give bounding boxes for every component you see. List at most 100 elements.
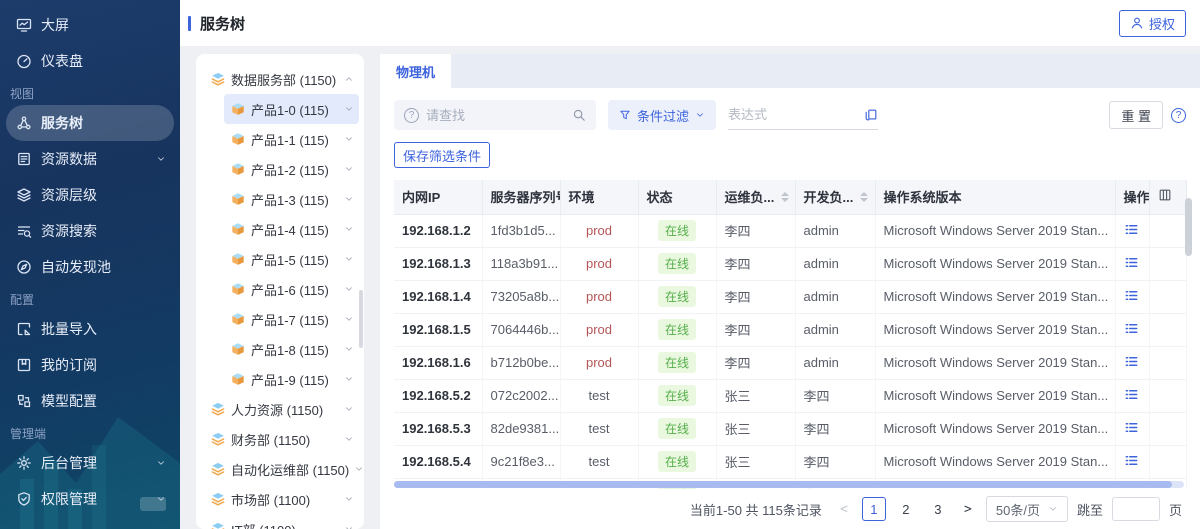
tab-item[interactable]: 物理机 xyxy=(380,54,451,88)
sort-caret-icon[interactable] xyxy=(860,192,868,202)
row-actions-icon[interactable] xyxy=(1124,354,1139,369)
prev-page-button[interactable]: < xyxy=(835,502,853,517)
cell-action[interactable] xyxy=(1115,313,1149,346)
sidebar-item[interactable]: 模型配置 xyxy=(0,383,180,419)
save-filter-button[interactable]: 保存筛选条件 xyxy=(394,142,490,168)
search-input[interactable] xyxy=(426,108,565,123)
env-value: prod xyxy=(586,289,612,304)
horizontal-scroll-thumb[interactable] xyxy=(394,481,1172,488)
tree-node[interactable]: 数据服务部 (1150) xyxy=(203,64,359,94)
row-actions-icon[interactable] xyxy=(1124,288,1139,303)
jump-page-input[interactable] xyxy=(1112,497,1160,521)
tree-node[interactable]: 产品1-8 (115) xyxy=(224,334,359,364)
tree-node[interactable]: 产品1-3 (115) xyxy=(224,184,359,214)
table-row: 192.168.1.21fd3b1d5...prod在线李四adminMicro… xyxy=(394,214,1186,247)
search-box[interactable]: ? xyxy=(394,100,596,130)
column-header[interactable]: 运维负... xyxy=(716,180,795,214)
tree-node[interactable]: 产品1-0 (115) xyxy=(224,94,359,124)
chevron-down-icon[interactable] xyxy=(156,458,166,468)
sidebar-item[interactable]: 后台管理 xyxy=(0,445,180,481)
tree-scrollbar[interactable] xyxy=(359,290,363,348)
row-actions-icon[interactable] xyxy=(1124,222,1139,237)
tree-node-label: 产品1-8 (115) xyxy=(251,340,329,359)
sidebar-item[interactable]: 权限管理 xyxy=(0,481,180,517)
chevron-down-icon[interactable] xyxy=(344,254,354,264)
tree-node-label: 产品1-3 (115) xyxy=(251,190,329,209)
sidebar-item[interactable]: 批量导入 xyxy=(0,311,180,347)
chevron-down-icon[interactable] xyxy=(156,494,166,504)
row-actions-icon[interactable] xyxy=(1124,387,1139,402)
column-header[interactable] xyxy=(1149,180,1186,214)
cell-action[interactable] xyxy=(1115,214,1149,247)
next-page-button[interactable]: > xyxy=(959,502,977,517)
row-actions-icon[interactable] xyxy=(1124,255,1139,270)
chevron-down-icon[interactable] xyxy=(344,524,354,529)
sidebar-item[interactable]: 我的订阅 xyxy=(0,347,180,383)
chevron-down-icon[interactable] xyxy=(354,464,364,474)
chevron-down-icon[interactable] xyxy=(344,314,354,324)
tree-node[interactable]: 财务部 (1150) xyxy=(203,424,359,454)
cell-dev-owner: admin xyxy=(795,280,875,313)
chevron-down-icon[interactable] xyxy=(344,224,354,234)
page-size-select[interactable]: 50条/页 xyxy=(986,496,1068,522)
chevron-down-icon[interactable] xyxy=(344,374,354,384)
tree-node[interactable]: 人力资源 (1150) xyxy=(203,394,359,424)
sidebar-item[interactable]: 服务树 xyxy=(6,105,174,141)
cell-action[interactable] xyxy=(1115,247,1149,280)
tree-node[interactable]: 产品1-9 (115) xyxy=(224,364,359,394)
tree-node[interactable]: IT部 (1100) xyxy=(203,514,359,529)
chevron-down-icon[interactable] xyxy=(344,404,354,414)
cell-action[interactable] xyxy=(1115,445,1149,478)
row-actions-icon[interactable] xyxy=(1124,420,1139,435)
chevron-down-icon[interactable] xyxy=(344,134,354,144)
chevron-up-icon[interactable] xyxy=(344,74,354,84)
chevron-down-icon[interactable] xyxy=(344,494,354,504)
tree-node[interactable]: 产品1-7 (115) xyxy=(224,304,359,334)
chevron-down-icon[interactable] xyxy=(344,194,354,204)
tree-node[interactable]: 产品1-4 (115) xyxy=(224,214,359,244)
cell-action[interactable] xyxy=(1115,346,1149,379)
chevron-down-icon[interactable] xyxy=(344,434,354,444)
chevron-down-icon[interactable] xyxy=(344,164,354,174)
page-number-button[interactable]: 3 xyxy=(926,497,950,521)
copy-icon[interactable] xyxy=(864,108,878,122)
row-actions-icon[interactable] xyxy=(1124,453,1139,468)
cell-extra xyxy=(1149,313,1186,346)
tree-node[interactable]: 产品1-6 (115) xyxy=(224,274,359,304)
chevron-down-icon[interactable] xyxy=(156,154,166,164)
tree-node[interactable]: 市场部 (1100) xyxy=(203,484,359,514)
expression-input[interactable] xyxy=(728,107,856,122)
authorize-button[interactable]: 授权 xyxy=(1119,10,1186,37)
search-icon[interactable] xyxy=(572,108,586,122)
tree-node[interactable]: 自动化运维部 (1150) xyxy=(203,454,359,484)
page-number-button[interactable]: 1 xyxy=(862,497,886,521)
cell-os: Microsoft Windows Server 2019 Stan... xyxy=(875,313,1115,346)
cell-action[interactable] xyxy=(1115,280,1149,313)
sidebar-item[interactable]: 资源层级 xyxy=(0,177,180,213)
sidebar-item[interactable]: 仪表盘 xyxy=(0,43,180,79)
help-icon[interactable]: ? xyxy=(1171,108,1186,123)
chevron-down-icon[interactable] xyxy=(344,284,354,294)
column-settings-icon[interactable] xyxy=(1158,188,1172,202)
table-horizontal-scrollbar[interactable] xyxy=(394,481,1184,488)
reset-button[interactable]: 重 置 xyxy=(1109,101,1163,129)
filter-button[interactable]: 条件过滤 xyxy=(608,100,716,130)
tree-node[interactable]: 产品1-5 (115) xyxy=(224,244,359,274)
table-vertical-scrollbar[interactable] xyxy=(1185,198,1192,256)
expression-field[interactable] xyxy=(728,100,878,130)
page-number-button[interactable]: 2 xyxy=(894,497,918,521)
sidebar-item[interactable]: 资源搜索 xyxy=(0,213,180,249)
row-actions-icon[interactable] xyxy=(1124,321,1139,336)
sidebar-item[interactable]: 自动发现池 xyxy=(0,249,180,285)
tree-node[interactable]: 产品1-2 (115) xyxy=(224,154,359,184)
cell-action[interactable] xyxy=(1115,379,1149,412)
column-header[interactable]: 开发负... xyxy=(795,180,875,214)
tree-node[interactable]: 产品1-1 (115) xyxy=(224,124,359,154)
chevron-down-icon[interactable] xyxy=(344,104,354,114)
cell-action[interactable] xyxy=(1115,412,1149,445)
env-value: prod xyxy=(586,256,612,271)
chevron-down-icon[interactable] xyxy=(344,344,354,354)
sort-caret-icon[interactable] xyxy=(781,192,789,202)
sidebar-item[interactable]: 大屏 xyxy=(0,7,180,43)
sidebar-item[interactable]: 资源数据 xyxy=(0,141,180,177)
